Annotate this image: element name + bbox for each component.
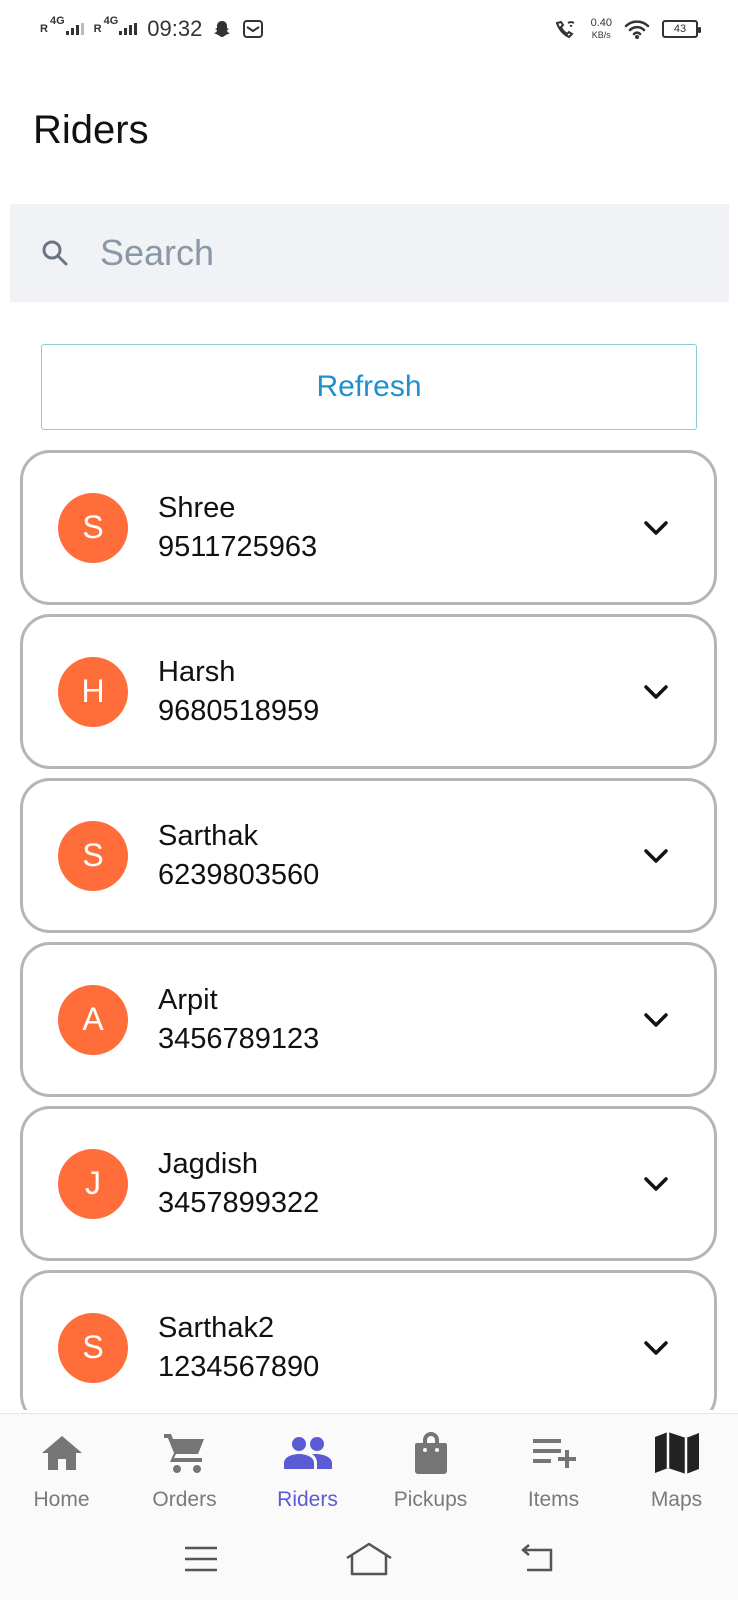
chevron-down-icon[interactable] (640, 1004, 672, 1036)
rider-name: Harsh (158, 655, 236, 688)
avatar: S (58, 1312, 128, 1383)
rider-phone: 9680518959 (158, 694, 320, 727)
nav-item-items[interactable]: Items (492, 1414, 615, 1523)
chevron-down-icon[interactable] (640, 1332, 672, 1364)
rider-name: Sarthak (158, 819, 258, 852)
nav-item-riders[interactable]: Riders (246, 1414, 369, 1523)
nav-label: Maps (650, 1488, 703, 1511)
nav-item-home[interactable]: Home (0, 1414, 123, 1523)
rider-card[interactable]: J Jagdish 3457899322 (20, 1106, 717, 1261)
rider-phone: 9511725963 (158, 530, 318, 563)
search-input[interactable] (100, 232, 660, 274)
rider-card[interactable]: S Sarthak2 1234567890 (20, 1270, 717, 1410)
system-nav-bar (0, 1523, 738, 1600)
search-icon (42, 240, 68, 266)
nav-label: Items (527, 1488, 580, 1511)
chevron-down-icon[interactable] (640, 512, 672, 544)
people-icon (283, 1428, 333, 1478)
status-bar: R 4G R 4G 09:32 0.40 KB/s 43 (0, 0, 738, 58)
message-icon (243, 20, 264, 38)
bag-icon (411, 1428, 451, 1478)
nav-item-maps[interactable]: Maps (615, 1414, 738, 1523)
nav-label: Riders (277, 1488, 338, 1511)
playlist-add-icon (531, 1428, 577, 1478)
status-time: 09:32 (147, 16, 203, 41)
wifi-call-icon (555, 20, 575, 39)
chevron-down-icon[interactable] (640, 1168, 672, 1200)
rider-card[interactable]: A Arpit 3456789123 (20, 942, 717, 1097)
avatar: S (58, 820, 128, 891)
refresh-button[interactable]: Refresh (41, 344, 697, 430)
rider-name: Arpit (158, 983, 218, 1016)
rider-list[interactable]: S Shree 9511725963 H Harsh 9680518959 S … (20, 450, 720, 1410)
wifi-icon (624, 20, 650, 39)
rider-phone: 3456789123 (158, 1022, 320, 1055)
chevron-down-icon[interactable] (640, 840, 672, 872)
cellular-signal-1: R 4G (40, 15, 84, 35)
rider-phone: 6239803560 (158, 858, 320, 891)
back-icon[interactable] (519, 1544, 555, 1579)
battery-icon: 43 (662, 20, 701, 38)
rider-card[interactable]: H Harsh 9680518959 (20, 614, 717, 769)
avatar: S (58, 492, 128, 563)
network-speed: 0.40 KB/s (590, 17, 612, 40)
nav-item-orders[interactable]: Orders (123, 1414, 246, 1523)
avatar: J (58, 1148, 128, 1219)
chevron-down-icon[interactable] (640, 676, 672, 708)
nav-item-pickups[interactable]: Pickups (369, 1414, 492, 1523)
rider-name: Sarthak2 (158, 1311, 275, 1344)
search-bar[interactable] (10, 204, 729, 302)
rider-card[interactable]: S Shree 9511725963 (20, 450, 717, 605)
snapchat-icon (214, 21, 231, 37)
nav-label: Orders (152, 1488, 217, 1511)
nav-label: Home (33, 1488, 90, 1511)
cart-icon (162, 1428, 208, 1478)
rider-name: Jagdish (158, 1147, 258, 1180)
avatar: H (58, 656, 128, 727)
rider-card[interactable]: S Sarthak 6239803560 (20, 778, 717, 933)
rider-name: Shree (158, 491, 236, 524)
page-title: Riders (33, 108, 149, 152)
map-icon (653, 1428, 701, 1478)
nav-label: Pickups (393, 1488, 468, 1511)
cellular-signal-2: R 4G (94, 15, 138, 35)
home-icon (40, 1428, 84, 1478)
menu-icon[interactable] (183, 1545, 219, 1578)
home-button-icon[interactable] (344, 1541, 394, 1582)
rider-phone: 3457899322 (158, 1186, 320, 1219)
rider-phone: 1234567890 (158, 1350, 320, 1383)
avatar: A (58, 984, 128, 1055)
bottom-nav: Home Orders Riders Pickups Items Maps (0, 1413, 738, 1523)
